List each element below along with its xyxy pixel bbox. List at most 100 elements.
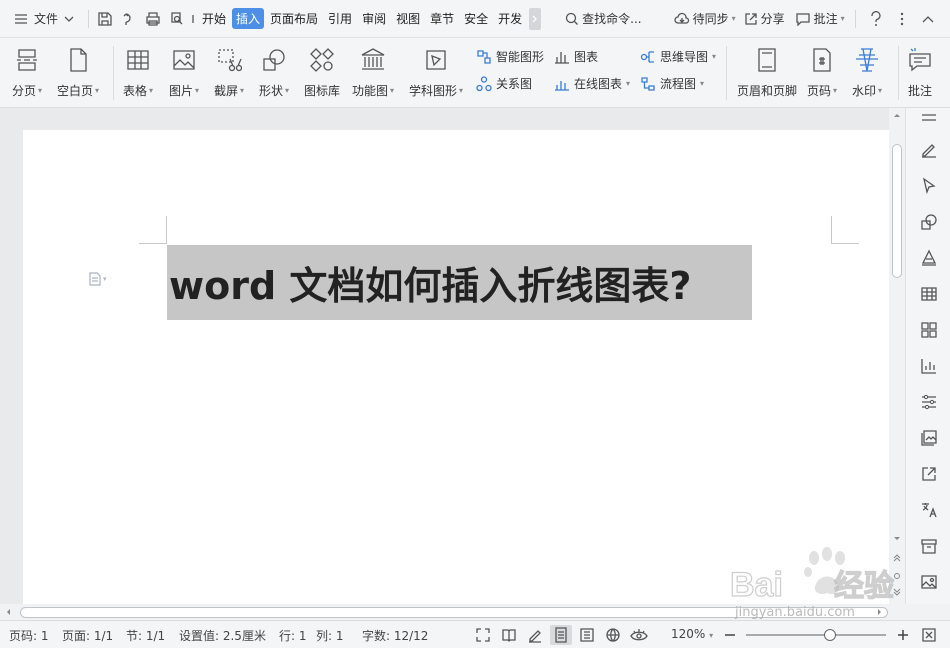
caret-down-icon: ▾ [700, 79, 705, 88]
search-command[interactable]: 查找命令... [565, 10, 642, 27]
chevron-right-icon [532, 15, 538, 22]
table-button[interactable]: 表格 ▾ [123, 46, 153, 99]
file-menu-label: 文件 [34, 12, 59, 26]
comment-insert-button[interactable]: 批注 [906, 46, 934, 99]
function-chart-button[interactable]: 功能图 ▾ [352, 46, 394, 99]
margin-corner-top-left [139, 216, 167, 244]
picture-button[interactable]: 图片 ▾ [169, 46, 199, 99]
more-quick-icon[interactable] [189, 7, 197, 31]
smart-art-label: 智能图形 [496, 50, 545, 64]
print-button[interactable] [141, 7, 165, 31]
mind-map-button[interactable]: 思维导图 ▾ [640, 48, 716, 65]
screenshot-button[interactable]: 截屏 ▾ [214, 46, 244, 99]
caret-down-icon: ▾ [390, 86, 395, 95]
tab-review[interactable]: 审阅 [358, 8, 390, 29]
status-word-count[interactable]: 字数: 12/12 [362, 627, 428, 644]
status-column[interactable]: 列: 1 [316, 627, 344, 644]
icon-library-button[interactable]: 图标库 [304, 46, 340, 99]
document-heading[interactable]: word 文档如何插入折线图表? [167, 245, 752, 320]
comment-menu-button[interactable]: 批注 ▾ [795, 10, 845, 27]
status-row[interactable]: 行: 1 [279, 627, 307, 644]
read-mode-icon[interactable] [500, 626, 518, 644]
web-view-icon[interactable] [604, 626, 622, 644]
settings-sliders-icon[interactable] [919, 392, 939, 412]
fit-page-icon[interactable] [920, 626, 938, 644]
undo-button[interactable] [117, 7, 141, 31]
table-panel-icon[interactable] [919, 284, 939, 304]
text-style-icon[interactable] [919, 248, 939, 268]
zoom-slider-knob[interactable] [824, 629, 836, 641]
caret-down-icon: ▾ [149, 86, 154, 95]
smart-art-button[interactable]: 智能图形 [476, 48, 544, 65]
status-pages[interactable]: 页面: 1/1 [62, 627, 113, 644]
divider [898, 46, 899, 100]
share-button[interactable]: 分享 [744, 10, 785, 27]
zoom-level-dropdown[interactable]: 120% ▾ [671, 627, 713, 641]
write-mode-icon[interactable] [526, 626, 544, 644]
zoom-out-button[interactable] [721, 626, 739, 644]
picture-panel-icon[interactable] [919, 572, 939, 592]
page-view-icon[interactable] [550, 625, 572, 645]
blank-page-icon [64, 46, 92, 74]
tab-view[interactable]: 视图 [392, 8, 424, 29]
shapes-panel-icon[interactable] [919, 212, 939, 232]
tab-security[interactable]: 安全 [460, 8, 492, 29]
caret-down-icon: ▾ [626, 79, 631, 88]
panel-menu-icon[interactable] [919, 112, 939, 124]
page-number-label: 页码 [807, 84, 832, 98]
tab-developer[interactable]: 开发 [494, 8, 526, 29]
caret-down-icon: ▾ [709, 631, 714, 640]
caret-down-icon: ▾ [285, 86, 290, 95]
export-icon[interactable] [919, 464, 939, 484]
help-button[interactable] [864, 7, 888, 31]
vertical-scroll-thumb[interactable] [892, 144, 902, 278]
save-button[interactable] [93, 7, 117, 31]
scroll-down-icon [894, 537, 900, 540]
watermark-button[interactable]: 水印 ▾ [852, 46, 882, 99]
flowchart-button[interactable]: 流程图 ▾ [640, 75, 704, 92]
status-section[interactable]: 节: 1/1 [126, 627, 165, 644]
page-break-button[interactable]: 分页 ▾ [12, 46, 42, 99]
chart-button[interactable]: 图表 [554, 48, 598, 65]
archive-box-icon[interactable] [919, 536, 939, 556]
page-number-button[interactable]: 页码 ▾ [807, 46, 837, 99]
print-preview-button[interactable] [165, 7, 189, 31]
prev-page-icon [893, 554, 901, 562]
tab-home[interactable]: 开始 [198, 8, 230, 29]
shape-button[interactable]: 形状 ▾ [259, 46, 289, 99]
more-options-button[interactable] [890, 7, 914, 31]
header-footer-button[interactable]: 页眉和页脚 [737, 46, 797, 99]
chart-panel-icon[interactable] [919, 356, 939, 376]
collapse-ribbon-button[interactable] [916, 7, 940, 31]
tab-references[interactable]: 引用 [324, 8, 356, 29]
relation-chart-button[interactable]: 关系图 [476, 75, 532, 92]
tabs-more-button[interactable] [529, 7, 542, 30]
document-page[interactable]: ▾ word 文档如何插入折线图表? [23, 130, 889, 606]
outline-view-icon[interactable] [578, 626, 596, 644]
zoom-slider[interactable] [746, 629, 886, 641]
caret-down-icon: ▾ [103, 275, 107, 283]
page-break-label: 分页 [12, 84, 37, 98]
image-gallery-icon[interactable] [919, 428, 939, 448]
sync-button[interactable]: 待同步 ▾ [674, 10, 736, 27]
caret-down-icon: ▾ [195, 86, 200, 95]
eye-protect-icon[interactable] [630, 626, 648, 644]
vertical-scrollbar[interactable] [889, 108, 905, 604]
fullscreen-icon[interactable] [474, 626, 492, 644]
edit-pen-icon[interactable] [919, 140, 939, 160]
tab-insert[interactable]: 插入 [232, 8, 265, 29]
tab-page-layout[interactable]: 页面布局 [266, 8, 322, 29]
grid-panel-icon[interactable] [919, 320, 939, 340]
paragraph-menu-button[interactable]: ▾ [89, 272, 107, 286]
select-cursor-icon[interactable] [919, 176, 939, 196]
page-break-icon [13, 46, 41, 74]
subject-shape-button[interactable]: 学科图形 ▾ [409, 46, 463, 99]
zoom-in-button[interactable] [894, 626, 912, 644]
translate-icon[interactable] [919, 500, 939, 520]
file-menu[interactable]: 文件 [0, 0, 84, 38]
status-page-number[interactable]: 页码: 1 [9, 627, 49, 644]
tab-chapter[interactable]: 章节 [426, 8, 458, 29]
online-chart-button[interactable]: 在线图表 ▾ [554, 75, 630, 92]
status-setting-value[interactable]: 设置值: 2.5厘米 [179, 627, 266, 644]
blank-page-button[interactable]: 空白页 ▾ [57, 46, 99, 99]
